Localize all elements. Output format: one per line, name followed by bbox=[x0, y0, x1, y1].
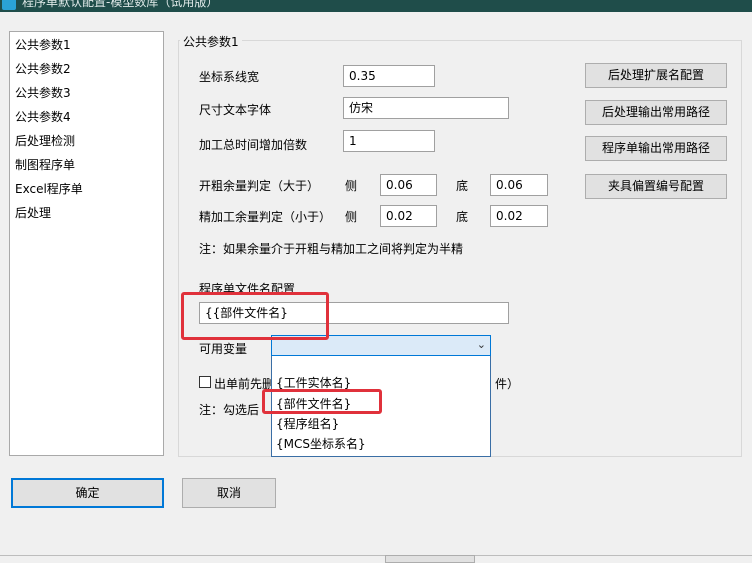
available-vars-label: 可用变量 bbox=[199, 342, 248, 356]
nav-list[interactable]: 公共参数1 公共参数2 公共参数3 公共参数4 后处理检测 制图程序单 Exce… bbox=[9, 31, 164, 456]
rough-bottom-input[interactable]: 0.06 bbox=[490, 174, 548, 196]
delete-before-export-label-tail: 件） bbox=[495, 377, 520, 391]
post-output-path-button[interactable]: 后处理输出常用路径 bbox=[585, 100, 727, 125]
sheet-output-path-button[interactable]: 程序单输出常用路径 bbox=[585, 136, 727, 161]
coord-line-width-label: 坐标系线宽 bbox=[199, 70, 260, 84]
finish-bottom-input[interactable]: 0.02 bbox=[490, 205, 548, 227]
group-title: 公共参数1 bbox=[180, 33, 242, 50]
dim-font-label: 尺寸文本字体 bbox=[199, 103, 272, 117]
window-title: 程序单默认配置-模型数库（试用版） bbox=[22, 0, 219, 9]
rough-margin-label: 开粗余量判定（大于） bbox=[199, 179, 320, 193]
title-bar: 程序单默认配置-模型数库（试用版） bbox=[0, 0, 752, 12]
nav-item-post-check[interactable]: 后处理检测 bbox=[15, 131, 75, 151]
nav-item-excel-sheet[interactable]: Excel程序单 bbox=[15, 179, 83, 199]
dropdown-option-program-group[interactable]: {程序组名} bbox=[276, 414, 339, 434]
highlight-filename-box bbox=[181, 292, 329, 340]
finish-bottom-label: 底 bbox=[456, 210, 469, 224]
dim-font-input[interactable]: 仿宋 bbox=[343, 97, 509, 119]
dropdown-option-mcs[interactable]: {MCS坐标系名} bbox=[276, 434, 366, 454]
delete-before-export-checkbox[interactable] bbox=[199, 376, 211, 388]
coord-line-width-input[interactable]: 0.35 bbox=[343, 65, 435, 87]
checkbox-note: 注：勾选后 bbox=[199, 403, 260, 417]
footer-area bbox=[0, 458, 752, 561]
partial-button bbox=[385, 555, 475, 563]
nav-item-common-3[interactable]: 公共参数3 bbox=[15, 83, 71, 103]
cancel-button[interactable]: 取消 bbox=[182, 478, 276, 508]
finish-side-label: 侧 bbox=[345, 210, 358, 224]
ok-button[interactable]: 确定 bbox=[11, 478, 164, 508]
time-multiplier-input[interactable]: 1 bbox=[343, 130, 435, 152]
rough-side-input[interactable]: 0.06 bbox=[380, 174, 437, 196]
post-ext-config-button[interactable]: 后处理扩展名配置 bbox=[585, 63, 727, 88]
finish-side-input[interactable]: 0.02 bbox=[380, 205, 437, 227]
semi-finish-note: 注：如果余量介于开粗与精加工之间将判定为半精 bbox=[199, 242, 464, 256]
nav-item-drawing-sheet[interactable]: 制图程序单 bbox=[15, 155, 75, 175]
nav-item-common-1[interactable]: 公共参数1 bbox=[15, 35, 71, 55]
divider bbox=[0, 555, 752, 556]
chevron-down-icon[interactable]: ⌄ bbox=[477, 338, 486, 351]
rough-side-label: 侧 bbox=[345, 179, 358, 193]
nav-item-post[interactable]: 后处理 bbox=[15, 203, 51, 223]
nav-item-common-4[interactable]: 公共参数4 bbox=[15, 107, 71, 127]
rough-bottom-label: 底 bbox=[456, 179, 469, 193]
app-icon bbox=[2, 0, 16, 10]
finish-margin-label: 精加工余量判定（小于） bbox=[199, 210, 332, 224]
highlight-dropdown-box bbox=[262, 389, 382, 414]
fixture-offset-config-button[interactable]: 夹具偏置编号配置 bbox=[585, 174, 727, 199]
nav-item-common-2[interactable]: 公共参数2 bbox=[15, 59, 71, 79]
time-multiplier-label: 加工总时间增加倍数 bbox=[199, 138, 308, 152]
